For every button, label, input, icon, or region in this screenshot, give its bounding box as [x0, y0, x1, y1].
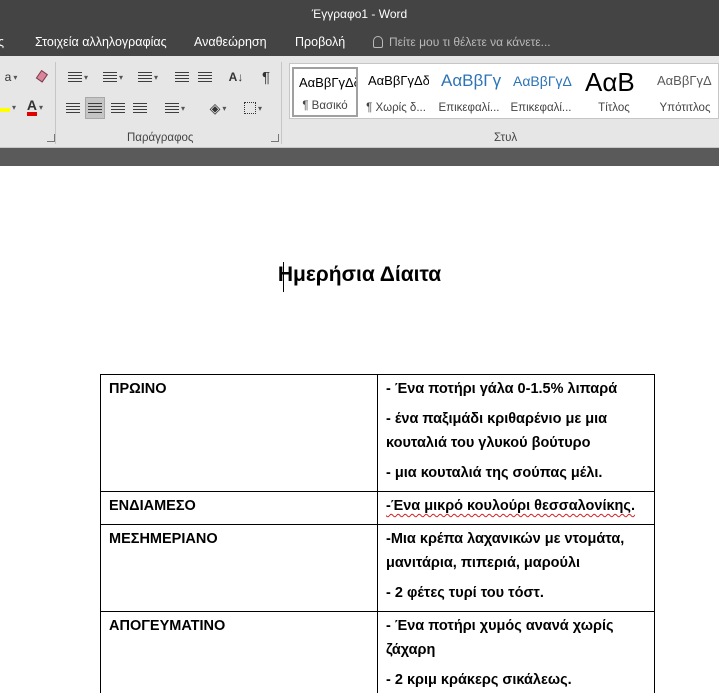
document-page[interactable]: Ημερήσια Δίαιτα ΠΡΩΙΝΟ - Ένα ποτήρι γάλα…: [0, 166, 719, 693]
style-preview: ΑαΒ: [585, 67, 635, 97]
items-cell[interactable]: -Ένα μικρό κουλούρι θεσσαλονίκης.: [377, 491, 655, 525]
center-button[interactable]: [85, 97, 105, 119]
items-cell[interactable]: - Ένα ποτήρι χυμός ανανά χωρίς ζάχαρη - …: [377, 611, 655, 693]
window-title: Έγγραφο1 - Word: [311, 7, 408, 21]
food-item: -Μια κρέπα λαχανικών με ντομάτα, μανιτάρ…: [386, 531, 625, 571]
food-item: - 2 φέτες τυρί του τόστ.: [386, 585, 544, 601]
eraser-icon: [35, 69, 49, 83]
style-name: ¶ Χωρίς δ...: [366, 102, 426, 114]
style-normal[interactable]: ΑαΒβΓγΔδ ¶ Βασικό: [292, 67, 358, 117]
align-left-button[interactable]: [63, 97, 83, 119]
increase-indent-icon: [198, 71, 212, 83]
style-preview: ΑαΒβΓγΔ: [513, 73, 572, 89]
justify-icon: [133, 102, 147, 114]
style-preview: ΑαΒβΓγΔ: [657, 73, 712, 88]
styles-group-label: Στυλ: [494, 132, 518, 144]
items-cell[interactable]: - Ένα ποτήρι γάλα 0-1.5% λιπαρά - ένα πα…: [377, 374, 655, 492]
increase-indent-button[interactable]: [195, 66, 215, 88]
style-preview: ΑαΒβΓγΔδ: [299, 75, 358, 90]
highlighter-icon: [0, 102, 10, 112]
sort-icon: A↓: [228, 70, 244, 84]
food-item: - 2 κριμ κράκερς σικάλεως.: [386, 672, 572, 688]
lightbulb-icon: [373, 36, 383, 48]
tab-mailings[interactable]: Στοιχεία αλληλογραφίας: [35, 35, 167, 49]
tell-me-placeholder: Πείτε μου τι θέλετε να κάνετε...: [389, 35, 551, 49]
style-name: Τίτλος: [598, 102, 630, 114]
numbering-button[interactable]: ▾: [98, 66, 128, 88]
font-dialog-launcher[interactable]: [47, 134, 55, 142]
ribbon-tabs: ς Στοιχεία αλληλογραφίας Αναθεώρηση Προβ…: [0, 30, 719, 56]
meal-cell[interactable]: ΜΕΣΗΜΕΡΙΑΝΟ: [100, 524, 378, 612]
bullets-icon: [67, 71, 82, 83]
clear-formatting-button[interactable]: [31, 66, 53, 88]
style-name: ¶ Βασικό: [302, 100, 348, 112]
tell-me-search[interactable]: Πείτε μου τι θέλετε να κάνετε...: [373, 35, 551, 49]
tab-review[interactable]: Αναθεώρηση: [194, 35, 267, 49]
line-spacing-icon: [164, 102, 179, 114]
align-right-icon: [111, 102, 125, 114]
shading-button[interactable]: ◈ ▾: [202, 97, 234, 119]
table-row: ΠΡΩΙΝΟ - Ένα ποτήρι γάλα 0-1.5% λιπαρά -…: [100, 374, 655, 492]
align-center-icon: [88, 102, 102, 114]
justify-button[interactable]: [130, 97, 150, 119]
multilevel-list-button[interactable]: ▾: [133, 66, 163, 88]
font-color-a-icon: A: [26, 98, 38, 116]
ribbon-home: a ▾ ▾ A ▾ ▾ ▾ ▾ A↓ ¶ ▾ ◈ ▾ ▾ Παράγραφος ΑαΒ…: [0, 56, 719, 148]
line-spacing-button[interactable]: ▾: [160, 97, 190, 119]
tab-partial[interactable]: ς: [0, 35, 4, 49]
decrease-indent-button[interactable]: [172, 66, 192, 88]
styles-gallery: ΑαΒβΓγΔδ ¶ Βασικό ΑαΒβΓγΔδ ¶ Χωρίς δ... …: [289, 63, 719, 119]
food-item: - μια κουταλιά της σούπας μέλι.: [386, 465, 603, 481]
meal-cell[interactable]: ΕΝΔΙΑΜΕΣΟ: [100, 491, 378, 525]
items-cell[interactable]: -Μια κρέπα λαχανικών με ντομάτα, μανιτάρ…: [377, 524, 655, 612]
paint-bucket-icon: ◈: [209, 99, 221, 116]
food-item: - Ένα ποτήρι γάλα 0-1.5% λιπαρά: [386, 381, 618, 397]
style-heading-1[interactable]: ΑαΒβΓγ Επικεφαλί...: [436, 67, 502, 117]
align-left-icon: [66, 102, 80, 114]
show-formatting-button[interactable]: ¶: [255, 66, 277, 88]
sort-button[interactable]: A↓: [225, 66, 247, 88]
decrease-indent-icon: [175, 71, 189, 83]
table-row: ΜΕΣΗΜΕΡΙΑΝΟ -Μια κρέπα λαχανικών με ντομ…: [100, 524, 655, 612]
style-title[interactable]: ΑαΒ Τίτλος: [581, 67, 647, 117]
borders-button[interactable]: ▾: [237, 97, 269, 119]
style-no-spacing[interactable]: ΑαΒβΓγΔδ ¶ Χωρίς δ...: [363, 67, 429, 117]
group-separator: [281, 62, 282, 144]
font-color-button[interactable]: A ▾: [22, 96, 48, 118]
ribbon-bottom-strip: [0, 148, 719, 166]
paragraph-group-label: Παράγραφος: [127, 132, 194, 144]
style-name: Υπότιτλος: [659, 102, 711, 114]
multilevel-list-icon: [137, 71, 152, 83]
font-size-fragment[interactable]: a ▾: [0, 66, 22, 88]
align-right-button[interactable]: [108, 97, 128, 119]
highlight-color-button[interactable]: ▾: [0, 96, 20, 118]
style-subtitle[interactable]: ΑαΒβΓγΔ Υπότιτλος: [652, 67, 718, 117]
style-preview: ΑαΒβΓγΔδ: [368, 73, 429, 88]
pilcrow-icon: ¶: [261, 68, 271, 86]
numbering-icon: [102, 71, 117, 83]
food-item: -Ένα μικρό κουλούρι θεσσαλονίκης.: [386, 498, 635, 514]
meal-cell[interactable]: ΑΠΟΓΕΥΜΑΤΙΝΟ: [100, 611, 378, 693]
style-heading-2[interactable]: ΑαΒβΓγΔ Επικεφαλί...: [508, 67, 574, 117]
group-separator: [55, 62, 56, 144]
meal-cell[interactable]: ΠΡΩΙΝΟ: [100, 374, 378, 492]
food-item: - Ένα ποτήρι χυμός ανανά χωρίς ζάχαρη: [386, 618, 614, 658]
bullets-button[interactable]: ▾: [63, 66, 93, 88]
style-name: Επικεφαλί...: [438, 102, 500, 114]
paragraph-dialog-launcher[interactable]: [271, 134, 279, 142]
title-bar: Έγγραφο1 - Word: [0, 0, 719, 30]
food-item: - ένα παξιμάδι κριθαρένιο με μια κουταλι…: [386, 411, 608, 451]
table-row: ΑΠΟΓΕΥΜΑΤΙΝΟ - Ένα ποτήρι χυμός ανανά χω…: [100, 611, 655, 693]
diet-table: ΠΡΩΙΝΟ - Ένα ποτήρι γάλα 0-1.5% λιπαρά -…: [100, 374, 655, 693]
tab-view[interactable]: Προβολή: [295, 35, 345, 49]
borders-icon: [243, 102, 256, 114]
style-name: Επικεφαλί...: [510, 102, 572, 114]
style-preview: ΑαΒβΓγ: [441, 71, 502, 90]
table-row: ΕΝΔΙΑΜΕΣΟ -Ένα μικρό κουλούρι θεσσαλονίκ…: [100, 491, 655, 525]
document-title[interactable]: Ημερήσια Δίαιτα: [0, 263, 719, 287]
